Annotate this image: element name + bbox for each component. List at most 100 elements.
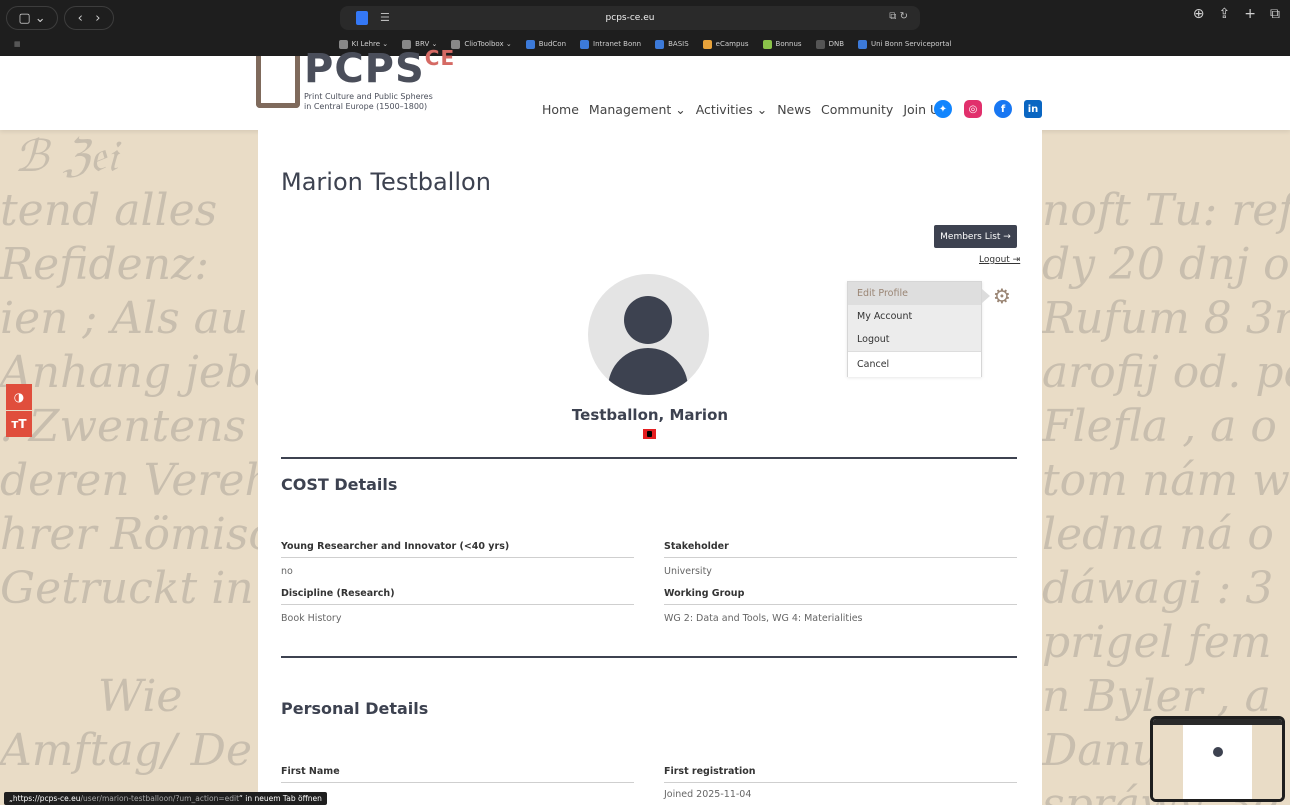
bookmarks-bar: KI Lehre ⌄ BRV ⌄ ClioToolbox ⌄ BudCon Intran… <box>0 36 1290 52</box>
share-icon[interactable]: ⇪ <box>1219 6 1231 22</box>
nav-management[interactable]: Management ⌄ <box>589 102 686 117</box>
sidebar-toggle-button[interactable]: ▢ ⌄ <box>6 6 58 30</box>
background-texture-right: noft Tu: ref dy 20 dnj od Rufum 8 3n aro… <box>1042 185 1290 805</box>
screenshot-thumbnail[interactable] <box>1150 716 1285 802</box>
menu-edit-profile[interactable]: Edit Profile <box>848 282 981 305</box>
field-value-working-group: WG 2: Data and Tools, WG 4: Materialitie… <box>664 613 863 624</box>
field-label-first-registration: First registration <box>664 766 1017 783</box>
profile-actions-menu: Edit Profile My Account Logout Cancel <box>847 281 982 377</box>
logout-link[interactable]: Logout ⇥ <box>979 255 1020 265</box>
bookmark-label: eCampus <box>715 40 749 48</box>
field-value-stakeholder: University <box>664 566 712 577</box>
status-url-host: „https://pcps-ce.eu <box>9 794 81 803</box>
reload-icon[interactable]: ⧉ ↻ <box>889 11 908 22</box>
page-icon <box>356 11 368 25</box>
menu-cancel[interactable]: Cancel <box>848 351 981 377</box>
gear-icon[interactable]: ⚙ <box>993 284 1011 308</box>
avatar-head <box>624 296 672 344</box>
bookmark-item[interactable]: Intranet Bonn <box>580 39 642 49</box>
field-value-first-registration: Joined 2025-11-04 <box>664 789 752 800</box>
back-forward-buttons[interactable]: ‹ › <box>64 6 114 30</box>
field-label-stakeholder: Stakeholder <box>664 541 1017 558</box>
instagram-icon[interactable]: ◎ <box>964 100 982 118</box>
bluesky-icon[interactable]: ✦ <box>934 100 952 118</box>
bookmark-label: BudCon <box>538 40 567 48</box>
profile-content: Marion Testballon Members List → Logout … <box>258 130 1042 805</box>
field-label-young-researcher: Young Researcher and Innovator (<40 yrs) <box>281 541 634 558</box>
bookmark-icon <box>858 39 867 49</box>
bookmark-icon <box>702 39 712 49</box>
site-header: PCPSCE Print Culture and Public Spheres … <box>0 46 1290 130</box>
sidebar-icon: ▢ ⌄ <box>18 10 46 26</box>
chevron-left-icon: ‹ <box>77 10 83 26</box>
bookmark-icon <box>580 39 590 49</box>
browser-chrome: ▢ ⌄ ‹ › ☰ pcps-ce.eu ⧉ ↻ ⊕ ⇪ + ⧉ ▦ KI Le… <box>0 0 1290 56</box>
address-bar[interactable]: ☰ pcps-ce.eu ⧉ ↻ <box>340 6 920 30</box>
field-label-discipline: Discipline (Research) <box>281 588 634 605</box>
menu-arrow <box>982 289 990 303</box>
members-list-button[interactable]: Members List → <box>934 225 1017 248</box>
new-tab-icon[interactable]: + <box>1244 6 1256 22</box>
bookmark-item[interactable]: ClioToolbox ⌄ <box>451 39 512 49</box>
address-text: pcps-ce.eu <box>605 13 655 23</box>
field-label-first-name: First Name <box>281 766 634 783</box>
tab-overview-icon[interactable]: ☰ <box>380 11 390 24</box>
section-divider <box>281 457 1017 459</box>
field-value-young-researcher: no <box>281 566 293 577</box>
logo-ce: CE <box>424 46 456 70</box>
logo-subtitle: Print Culture and Public Spheres in Cent… <box>304 92 433 112</box>
bookmark-label: Bonnus <box>775 40 802 48</box>
bookmark-item[interactable]: BASIS <box>655 39 689 49</box>
page-title: Marion Testballon <box>281 168 491 196</box>
social-links: ✦ ◎ f in <box>934 100 1042 118</box>
bookmark-label: DNB <box>828 40 844 48</box>
section-divider <box>281 656 1017 658</box>
bookmark-item[interactable]: Uni Bonn Serviceportal <box>858 39 952 49</box>
download-icon[interactable]: ⊕ <box>1193 6 1205 22</box>
browser-toolbar: ▢ ⌄ ‹ › ☰ pcps-ce.eu ⧉ ↻ ⊕ ⇪ + ⧉ <box>0 6 1290 30</box>
nav-home[interactable]: Home <box>542 102 579 117</box>
tabs-icon[interactable]: ⧉ <box>1270 6 1280 22</box>
field-value-discipline: Book History <box>281 613 342 624</box>
linkedin-icon[interactable]: in <box>1024 100 1042 118</box>
bookmark-icon <box>762 39 772 49</box>
avatar-body <box>608 348 688 395</box>
field-label-working-group: Working Group <box>664 588 1017 605</box>
status-url-path: /user/marion-testballoon/?um_action=edit <box>80 794 240 803</box>
menu-logout[interactable]: Logout <box>848 328 981 351</box>
bookmark-icon <box>655 39 665 49</box>
logo-word: PCPS <box>304 46 425 92</box>
profile-display-name: Testballon, Marion <box>571 406 729 424</box>
site-logo[interactable]: PCPSCE <box>304 46 455 92</box>
bookmark-icon <box>525 39 535 49</box>
font-size-toggle-icon[interactable]: ᴛT <box>6 411 32 437</box>
bookmark-item[interactable]: DNB <box>815 39 844 49</box>
contrast-toggle-icon[interactable]: ◑ <box>6 384 32 410</box>
bookmark-item[interactable]: eCampus <box>702 39 749 49</box>
personal-details-title: Personal Details <box>281 699 429 718</box>
flag-icon <box>643 429 656 439</box>
background-texture-left: ℬ ℨ𝔢𝔦 tend alles Refidenz: ien ; Als au … <box>0 131 258 776</box>
nav-news[interactable]: News <box>777 102 811 117</box>
browser-actions: ⊕ ⇪ + ⧉ <box>1193 6 1280 22</box>
main-nav: Home Management ⌄ Activities ⌄ News Comm… <box>542 102 946 117</box>
logo-book-icon[interactable] <box>256 56 300 108</box>
bookmark-label: Intranet Bonn <box>593 40 642 48</box>
status-suffix: “ in neuem Tab öffnen <box>239 794 322 803</box>
logo-subtitle-line2: in Central Europe (1500–1800) <box>304 102 428 111</box>
bookmark-icon <box>815 39 825 49</box>
link-status-bar: „https://pcps-ce.eu/user/marion-testball… <box>4 792 327 805</box>
facebook-icon[interactable]: f <box>994 100 1012 118</box>
bookmark-label: BASIS <box>668 40 689 48</box>
bookmark-item[interactable]: Bonnus <box>762 39 802 49</box>
bookmark-label: Uni Bonn Serviceportal <box>871 40 952 48</box>
menu-my-account[interactable]: My Account <box>848 305 981 328</box>
cost-details-title: COST Details <box>281 475 398 494</box>
avatar[interactable] <box>588 274 709 395</box>
bookmark-label: ClioToolbox ⌄ <box>464 40 512 48</box>
logo-subtitle-line1: Print Culture and Public Spheres <box>304 92 433 101</box>
chevron-right-icon: › <box>95 10 101 26</box>
bookmark-item[interactable]: BudCon <box>525 39 567 49</box>
nav-activities[interactable]: Activities ⌄ <box>696 102 767 117</box>
nav-community[interactable]: Community <box>821 102 893 117</box>
